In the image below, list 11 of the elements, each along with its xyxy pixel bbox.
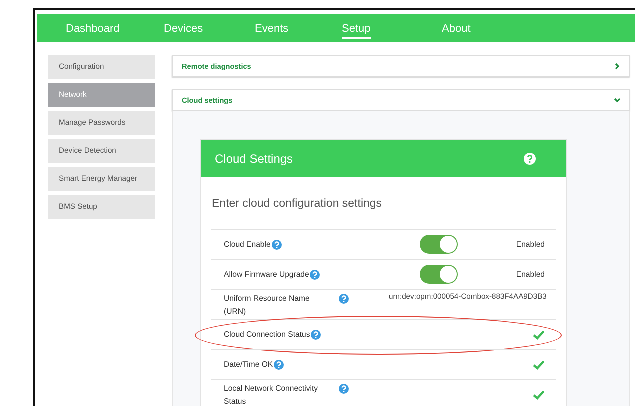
toggle-switch[interactable] [420,235,458,254]
help-icon[interactable] [272,240,282,250]
help-icon[interactable] [339,384,349,394]
help-icon[interactable] [310,270,320,280]
help-icon[interactable] [274,360,284,370]
help-icon[interactable] [311,330,322,340]
help-icon[interactable] [339,294,349,304]
card-subtitle: Enter cloud configuration settings [211,197,384,212]
card-title: Cloud Settings [215,152,294,166]
help-icon[interactable] [524,152,536,164]
toggle-switch[interactable] [420,265,458,284]
